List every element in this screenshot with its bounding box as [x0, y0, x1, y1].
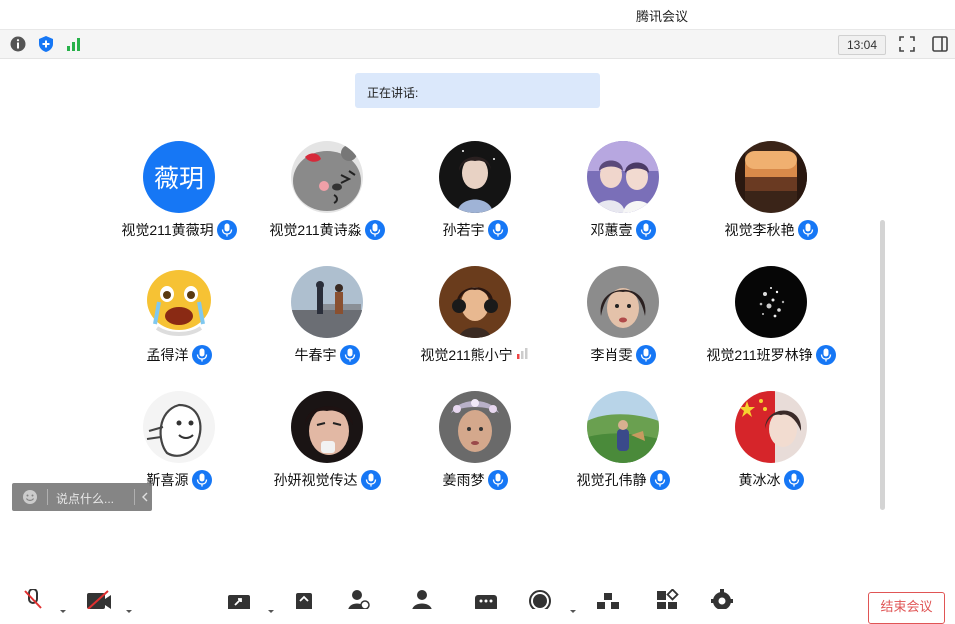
participant-tile[interactable]: 孟得洋 [105, 266, 253, 376]
avatar [143, 266, 215, 338]
record-icon[interactable] [528, 589, 552, 614]
chevron-icon[interactable] [570, 601, 576, 619]
meeting-timer: 13:04 [838, 35, 886, 55]
mic-icon[interactable] [487, 220, 508, 240]
participant-tile[interactable]: 牛春宇 [253, 266, 401, 376]
mic-icon[interactable] [191, 345, 212, 365]
avatar-initials: 薇玥 [154, 164, 204, 193]
participant-name: 视觉211班罗林铮 [706, 347, 813, 363]
participant-name: 李肖雯 [590, 347, 633, 363]
chevron-icon[interactable] [126, 601, 132, 619]
chevron-icon[interactable] [60, 601, 66, 619]
participant-name: 孟得洋 [146, 347, 189, 363]
signal-icon[interactable] [65, 35, 83, 53]
avatar: 薇玥 [143, 141, 215, 213]
chat-divider [47, 489, 48, 505]
participant-tile[interactable]: 薇玥 视觉211黄薇玥 [105, 141, 253, 251]
participant-tile[interactable]: 视觉李秋艳 [697, 141, 845, 251]
participant-name: 视觉211黄薇玥 [121, 222, 214, 238]
participant-tile[interactable]: 孙若宇 [401, 141, 549, 251]
participant-name: 视觉孔伟静 [576, 472, 647, 488]
speaking-indicator: 正在讲话: [355, 73, 600, 108]
mic-icon[interactable] [635, 220, 656, 240]
settings-icon[interactable] [710, 589, 734, 614]
mic-icon[interactable] [487, 470, 508, 490]
mic-icon[interactable] [360, 470, 381, 490]
share-screen-icon[interactable] [227, 589, 251, 614]
avatar [587, 141, 659, 213]
apps-icon[interactable] [656, 588, 680, 614]
participant-tile[interactable]: 视觉孔伟静 [549, 391, 697, 501]
avatar [439, 391, 511, 463]
chat-placeholder: 说点什么... [56, 492, 115, 506]
participant-name: 视觉李秋艳 [724, 222, 795, 238]
shield-icon[interactable] [37, 35, 55, 53]
participant-name: 孙若宇 [442, 222, 485, 238]
mic-icon[interactable] [797, 220, 818, 240]
mic-icon[interactable] [191, 470, 212, 490]
avatar [587, 391, 659, 463]
avatar [439, 141, 511, 213]
participant-tile[interactable]: 邓蕙壹 [549, 141, 697, 251]
mic-icon[interactable] [364, 220, 385, 240]
participant-name: 视觉211熊小宁 [420, 347, 513, 363]
emoji-icon[interactable] [22, 489, 38, 510]
avatar [587, 266, 659, 338]
participant-tile[interactable]: 孙妍视觉传达 [253, 391, 401, 501]
mic-icon[interactable] [815, 345, 836, 365]
end-meeting-button[interactable]: 结束会议 [868, 592, 945, 624]
mic-muted-icon[interactable] [22, 588, 44, 614]
participant-name: 靳喜源 [146, 472, 189, 488]
participant-tile[interactable]: 李肖雯 [549, 266, 697, 376]
avatar [735, 141, 807, 213]
avatar [735, 266, 807, 338]
grid-scrollbar[interactable] [880, 220, 885, 510]
chat-input[interactable]: 说点什么... [12, 483, 152, 511]
speaking-label: 正在讲话: [367, 86, 419, 100]
security-icon[interactable] [294, 589, 314, 614]
participant-tile[interactable]: 姜雨梦 [401, 391, 549, 501]
bottom-toolbar [0, 585, 955, 613]
title-bar: 腾讯会议 [0, 0, 955, 30]
mic-icon[interactable] [216, 220, 237, 240]
participant-tile[interactable]: 视觉211班罗林铮 [697, 266, 845, 376]
fullscreen-icon[interactable] [898, 35, 916, 53]
sidebar-toggle-icon[interactable] [931, 35, 949, 53]
avatar [291, 391, 363, 463]
participant-name: 黄冰冰 [738, 472, 781, 488]
participant-tile[interactable]: 黄冰冰 [697, 391, 845, 501]
participant-name: 姜雨梦 [442, 472, 485, 488]
invite-icon[interactable] [346, 589, 370, 614]
chat-divider [134, 489, 135, 505]
members-icon[interactable] [410, 589, 434, 614]
avatar [291, 266, 363, 338]
chevron-icon[interactable] [268, 601, 274, 619]
avatar [291, 141, 363, 213]
info-icon[interactable] [9, 35, 27, 53]
chat-icon[interactable] [474, 589, 498, 614]
participant-name: 牛春宇 [294, 347, 337, 363]
participant-name: 孙妍视觉传达 [273, 472, 358, 488]
mic-level-icon [516, 346, 530, 365]
breakout-icon[interactable] [596, 589, 620, 614]
participant-tile[interactable]: 视觉211熊小宁 [401, 266, 549, 376]
mic-icon[interactable] [649, 470, 670, 490]
avatar [735, 391, 807, 463]
participant-name: 视觉211黄诗淼 [269, 222, 362, 238]
avatar [143, 391, 215, 463]
mic-icon[interactable] [635, 345, 656, 365]
camera-off-icon[interactable] [86, 589, 112, 614]
mic-icon[interactable] [783, 470, 804, 490]
participant-tile[interactable]: 视觉211黄诗淼 [253, 141, 401, 251]
mic-icon[interactable] [339, 345, 360, 365]
top-toolbar: 13:04 [0, 30, 955, 59]
avatar [439, 266, 511, 338]
window-title: 腾讯会议 [636, 9, 689, 24]
collapse-chevron-icon[interactable] [140, 489, 150, 510]
participant-name: 邓蕙壹 [590, 222, 633, 238]
